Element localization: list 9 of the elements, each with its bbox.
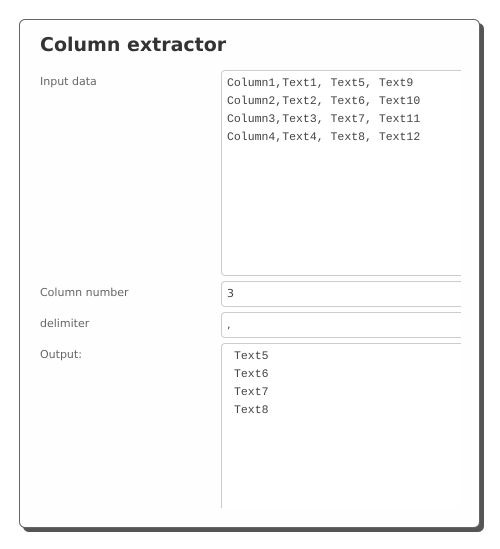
input-data-field[interactable]: Column1,Text1, Text5, Text9 Column2,Text2, Text6, Text10 Column3,Text3, Text7, Text11 Column4,Text4, Text8, Text12 (221, 70, 461, 276)
input-field[interactable]: 3 (221, 281, 461, 307)
field-label: Column number (40, 285, 129, 299)
field-label: Input data (40, 74, 97, 88)
page-title: Column extractor (40, 34, 228, 56)
field-label: Output: (40, 347, 82, 361)
output-field[interactable]: Text5 Text6 Text7 Text8 (221, 343, 461, 508)
field-label: delimiter (40, 316, 90, 330)
input-field[interactable]: , (221, 312, 461, 338)
